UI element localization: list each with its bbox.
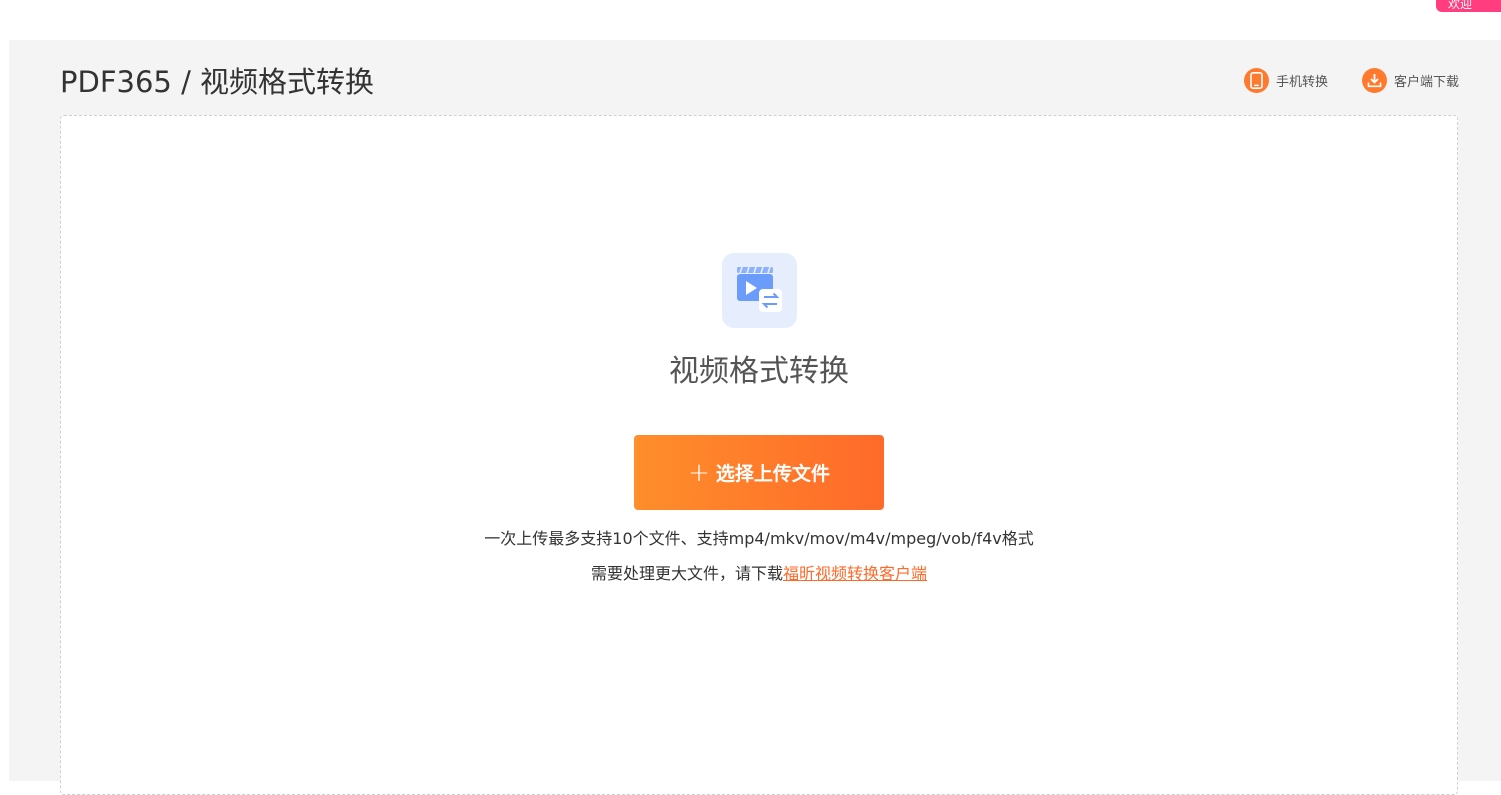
corner-badge-label: 欢迎 [1448, 0, 1473, 11]
download-icon [1361, 68, 1387, 93]
select-upload-file-label: 选择上传文件 [715, 463, 830, 485]
mobile-convert-label: 手机转换 [1275, 75, 1328, 90]
breadcrumb: PDF365 / 视频格式转换 [60, 65, 375, 99]
mobile-convert-link[interactable]: 手机转换 [1243, 68, 1328, 93]
select-upload-file-button[interactable]: + 选择上传文件 [634, 435, 884, 510]
corner-badge[interactable]: 欢迎 [1436, 0, 1501, 12]
upload-hint: 一次上传最多支持10个文件、支持mp4/mkv/mov/m4v/mpeg/vob… [484, 529, 1034, 548]
client-download-link[interactable]: 客户端下载 [1361, 68, 1459, 93]
top-links: 手机转换 客户端下载 [1243, 68, 1459, 93]
plus-icon: + [688, 457, 710, 488]
large-file-prefix: 需要处理更大文件，请下载 [590, 564, 783, 583]
client-download-text-link[interactable]: 福昕视频转换客户端 [783, 564, 927, 583]
client-download-label: 客户端下载 [1393, 75, 1459, 90]
video-convert-icon [722, 253, 797, 328]
phone-icon [1243, 68, 1269, 93]
tool-title: 视频格式转换 [669, 354, 849, 389]
large-file-hint: 需要处理更大文件，请下载福昕视频转换客户端 [0, 560, 1501, 584]
